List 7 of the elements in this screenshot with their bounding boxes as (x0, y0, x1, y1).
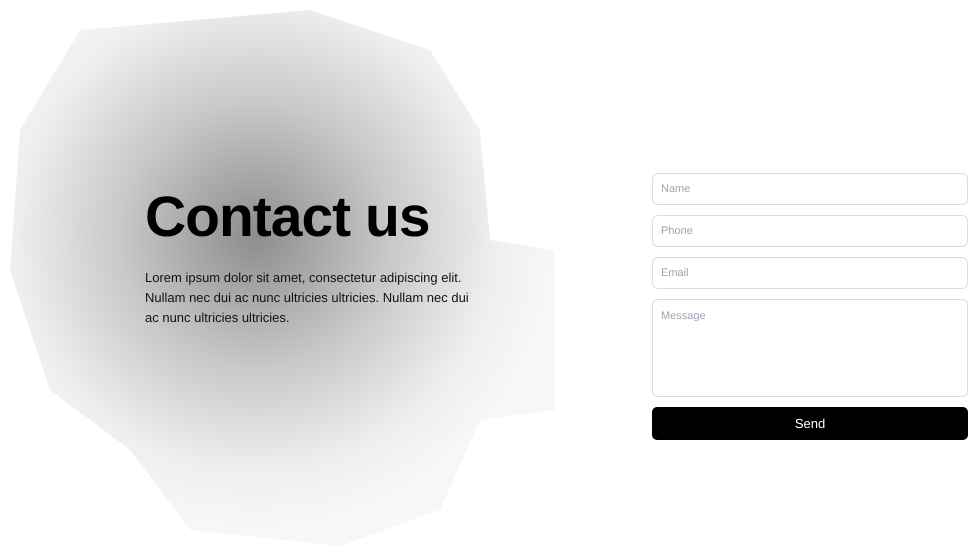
input-field[interactable]: Name (652, 173, 968, 205)
send-button[interactable]: Send (652, 407, 968, 440)
input-field[interactable]: Phone (652, 215, 968, 247)
intro-paragraph: Lorem ipsum dolor sit amet, consectetur adipiscing elit. Nullam nec dui ac nunc ultricies ultricies. Nullam nec dui ac nunc ultricies ultricies. (145, 269, 470, 327)
message-field[interactable]: Message (652, 299, 968, 397)
page-heading: Contact us (145, 184, 431, 251)
input-field[interactable]: Email (652, 257, 968, 289)
